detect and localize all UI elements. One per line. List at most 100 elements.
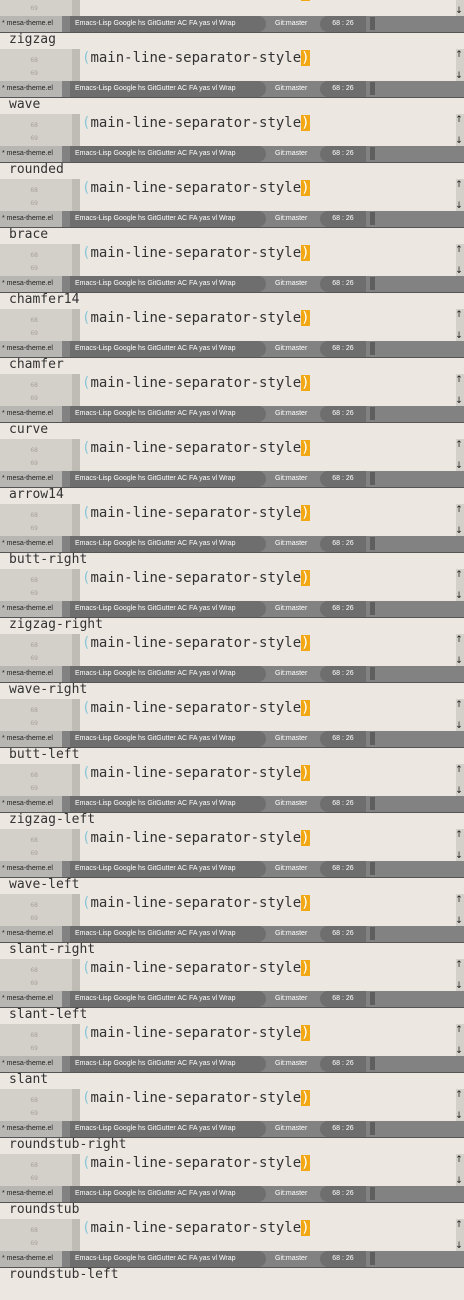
git-branch[interactable]: Git:master — [272, 146, 307, 162]
scroll-down-icon[interactable]: ↓ — [455, 331, 463, 341]
scroll-down-icon[interactable]: ↓ — [455, 786, 463, 796]
buffer-name[interactable]: * mesa-theme.el — [0, 536, 62, 552]
major-minor-modes[interactable]: Emacs-Lisp Google hs GitGutter AC FA yas… — [70, 666, 266, 682]
git-branch[interactable]: Git:master — [272, 81, 307, 97]
major-minor-modes[interactable]: Emacs-Lisp Google hs GitGutter AC FA yas… — [70, 341, 266, 357]
git-branch[interactable]: Git:master — [272, 1121, 307, 1137]
git-branch[interactable]: Git:master — [272, 666, 307, 682]
git-branch[interactable]: Git:master — [272, 211, 307, 227]
scroll-up-icon[interactable]: ↑ — [455, 635, 463, 645]
major-minor-modes[interactable]: Emacs-Lisp Google hs GitGutter AC FA yas… — [70, 406, 266, 422]
git-branch[interactable]: Git:master — [272, 601, 307, 617]
buffer-name[interactable]: * mesa-theme.el — [0, 861, 62, 877]
major-minor-modes[interactable]: Emacs-Lisp Google hs GitGutter AC FA yas… — [70, 81, 266, 97]
major-minor-modes[interactable]: Emacs-Lisp Google hs GitGutter AC FA yas… — [70, 471, 266, 487]
code-line[interactable]: (main-line-separator-style) — [82, 635, 310, 651]
mode-line[interactable]: * mesa-theme.el Emacs-Lisp Google hs GitG… — [0, 666, 464, 682]
git-branch[interactable]: Git:master — [272, 1251, 307, 1267]
scroll-down-icon[interactable]: ↓ — [455, 1176, 463, 1186]
scroll-up-icon[interactable]: ↑ — [455, 375, 463, 385]
scroll-up-icon[interactable]: ↑ — [455, 765, 463, 775]
git-branch[interactable]: Git:master — [272, 926, 307, 942]
editor-window[interactable]: 68 69 (main-line-separator-style) ↑ ↓ — [0, 764, 464, 796]
editor-window[interactable]: 68 69 (main-line-separator-style) ↑ ↓ — [0, 699, 464, 731]
mode-line[interactable]: * mesa-theme.el Emacs-Lisp Google hs GitG… — [0, 926, 464, 942]
major-minor-modes[interactable]: Emacs-Lisp Google hs GitGutter AC FA yas… — [70, 1056, 266, 1072]
scroll-up-icon[interactable]: ↑ — [455, 245, 463, 255]
editor-window[interactable]: 68 69 (main-line-separator-style) ↑ ↓ — [0, 114, 464, 146]
git-branch[interactable]: Git:master — [272, 536, 307, 552]
editor-window[interactable]: 68 69 (main-line-separator-style) ↑ ↓ — [0, 1219, 464, 1251]
scroll-up-icon[interactable]: ↑ — [455, 830, 463, 840]
buffer-name[interactable]: * mesa-theme.el — [0, 16, 62, 32]
buffer-name[interactable]: * mesa-theme.el — [0, 471, 62, 487]
buffer-name[interactable]: * mesa-theme.el — [0, 926, 62, 942]
major-minor-modes[interactable]: Emacs-Lisp Google hs GitGutter AC FA yas… — [70, 926, 266, 942]
major-minor-modes[interactable]: Emacs-Lisp Google hs GitGutter AC FA yas… — [70, 16, 266, 32]
mode-line[interactable]: * mesa-theme.el Emacs-Lisp Google hs GitG… — [0, 1251, 464, 1267]
scroll-up-icon[interactable]: ↑ — [455, 505, 463, 515]
code-line[interactable]: (main-line-separator-style) — [82, 375, 310, 391]
editor-window[interactable]: 68 69 (main-line-separator-style) ↑ ↓ — [0, 1154, 464, 1186]
buffer-name[interactable]: * mesa-theme.el — [0, 276, 62, 292]
scroll-down-icon[interactable]: ↓ — [455, 526, 463, 536]
scroll-down-icon[interactable]: ↓ — [455, 1111, 463, 1121]
git-branch[interactable]: Git:master — [272, 731, 307, 747]
buffer-name[interactable]: * mesa-theme.el — [0, 1056, 62, 1072]
git-branch[interactable]: Git:master — [272, 1056, 307, 1072]
mode-line[interactable]: * mesa-theme.el Emacs-Lisp Google hs GitG… — [0, 1186, 464, 1202]
git-branch[interactable]: Git:master — [272, 796, 307, 812]
editor-window[interactable]: 68 69 (main-line-separator-style) ↑ ↓ — [0, 374, 464, 406]
git-branch[interactable]: Git:master — [272, 406, 307, 422]
code-line[interactable]: (main-line-separator-style) — [82, 505, 310, 521]
editor-window[interactable]: 68 69 (main-line-separator-style) ↑ ↓ — [0, 1089, 464, 1121]
editor-window[interactable]: 68 69 (main-line-separator-style) ↑ ↓ — [0, 439, 464, 471]
scroll-down-icon[interactable]: ↓ — [455, 1046, 463, 1056]
git-branch[interactable]: Git:master — [272, 276, 307, 292]
git-branch[interactable]: Git:master — [272, 16, 307, 32]
mode-line[interactable]: * mesa-theme.el Emacs-Lisp Google hs GitG… — [0, 406, 464, 422]
scroll-up-icon[interactable]: ↑ — [455, 440, 463, 450]
editor-window[interactable]: 68 69 (main-line-separator-style) ↑ ↓ — [0, 49, 464, 81]
major-minor-modes[interactable]: Emacs-Lisp Google hs GitGutter AC FA yas… — [70, 211, 266, 227]
scroll-up-icon[interactable]: ↑ — [455, 895, 463, 905]
git-branch[interactable]: Git:master — [272, 861, 307, 877]
buffer-name[interactable]: * mesa-theme.el — [0, 731, 62, 747]
editor-window[interactable]: 68 69 (main-line-separator-style) ↑ ↓ — [0, 504, 464, 536]
scroll-down-icon[interactable]: ↓ — [455, 656, 463, 666]
buffer-name[interactable]: * mesa-theme.el — [0, 146, 62, 162]
buffer-name[interactable]: * mesa-theme.el — [0, 1121, 62, 1137]
scroll-up-icon[interactable]: ↑ — [455, 570, 463, 580]
mode-line[interactable]: * mesa-theme.el Emacs-Lisp Google hs GitG… — [0, 146, 464, 162]
editor-window[interactable]: 68 69 (main-line-separator-style) ↑ ↓ — [0, 634, 464, 666]
scroll-down-icon[interactable]: ↓ — [455, 266, 463, 276]
code-line[interactable]: (main-line-separator-style) — [82, 700, 310, 716]
scroll-down-icon[interactable]: ↓ — [455, 1241, 463, 1251]
major-minor-modes[interactable]: Emacs-Lisp Google hs GitGutter AC FA yas… — [70, 146, 266, 162]
git-branch[interactable]: Git:master — [272, 991, 307, 1007]
code-line[interactable]: (main-line-separator-style) — [82, 440, 310, 456]
git-branch[interactable]: Git:master — [272, 471, 307, 487]
buffer-name[interactable]: * mesa-theme.el — [0, 1251, 62, 1267]
mode-line[interactable]: * mesa-theme.el Emacs-Lisp Google hs GitG… — [0, 991, 464, 1007]
major-minor-modes[interactable]: Emacs-Lisp Google hs GitGutter AC FA yas… — [70, 601, 266, 617]
scroll-down-icon[interactable]: ↓ — [455, 981, 463, 991]
mode-line[interactable]: * mesa-theme.el Emacs-Lisp Google hs GitG… — [0, 536, 464, 552]
mode-line[interactable]: * mesa-theme.el Emacs-Lisp Google hs GitG… — [0, 81, 464, 97]
buffer-name[interactable]: * mesa-theme.el — [0, 81, 62, 97]
mode-line[interactable]: * mesa-theme.el Emacs-Lisp Google hs GitG… — [0, 471, 464, 487]
major-minor-modes[interactable]: Emacs-Lisp Google hs GitGutter AC FA yas… — [70, 796, 266, 812]
mode-line[interactable]: * mesa-theme.el Emacs-Lisp Google hs GitG… — [0, 796, 464, 812]
scroll-down-icon[interactable]: ↓ — [455, 71, 463, 81]
editor-window[interactable]: 68 69 (main-line-separator-style) ↑ ↓ — [0, 569, 464, 601]
code-line[interactable]: (main-line-separator-style) — [82, 830, 310, 846]
scroll-down-icon[interactable]: ↓ — [455, 6, 463, 16]
mode-line[interactable]: * mesa-theme.el Emacs-Lisp Google hs GitG… — [0, 341, 464, 357]
buffer-name[interactable]: * mesa-theme.el — [0, 991, 62, 1007]
code-line[interactable]: (main-line-separator-style) — [82, 765, 310, 781]
mode-line[interactable]: * mesa-theme.el Emacs-Lisp Google hs GitG… — [0, 211, 464, 227]
code-line[interactable]: (main-line-separator-style) — [82, 570, 310, 586]
code-line[interactable]: (main-line-separator-style) — [82, 115, 310, 131]
scroll-up-icon[interactable]: ↑ — [455, 960, 463, 970]
code-line[interactable]: (main-line-separator-style) — [82, 895, 310, 911]
